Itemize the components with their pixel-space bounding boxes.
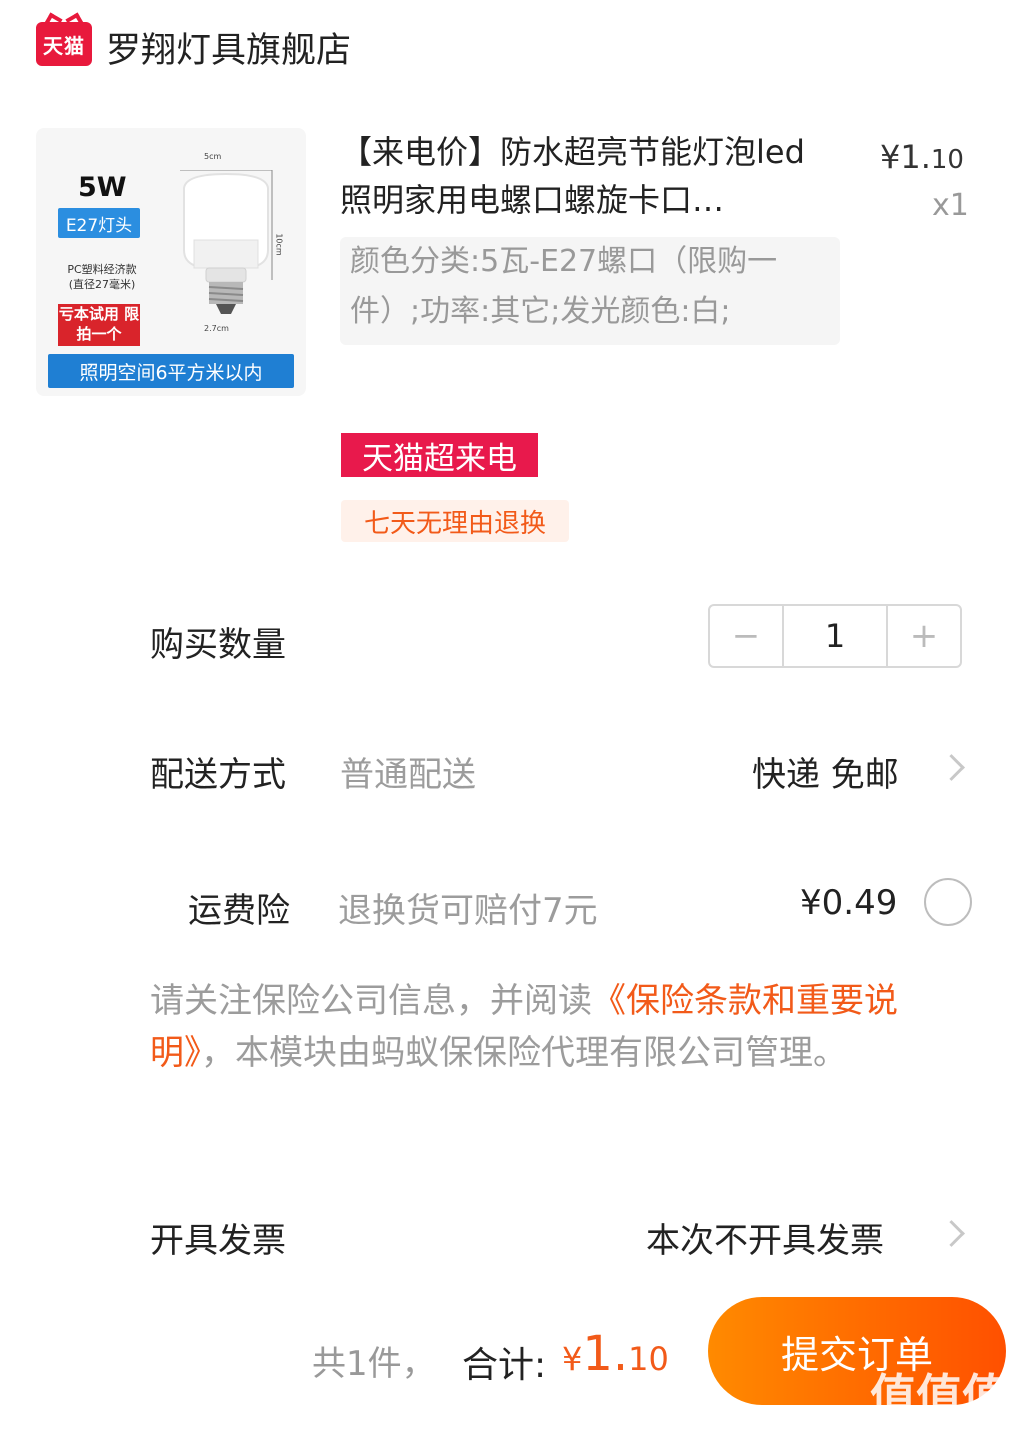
image-promo-badge: 亏本试用 限拍一个 [58, 304, 140, 346]
total-label: 合计: [462, 1345, 547, 1386]
quantity-value[interactable]: 1 [782, 606, 888, 666]
chevron-right-icon[interactable] [938, 1220, 965, 1247]
store-name[interactable]: 罗翔灯具旗舰店 [106, 22, 351, 73]
invoice-value[interactable]: 本次不开具发票 [646, 1213, 884, 1262]
product-sku[interactable]: 颜色分类:5瓦-E27螺口（限购一件）;功率:其它;发光颜色:白; [340, 237, 840, 345]
insurance-price: ¥0.49 [800, 883, 898, 923]
product-image[interactable]: 5W E27灯头 PC塑料经济款 (直径27毫米) 亏本试用 限拍一个 照明空间6… [36, 128, 306, 396]
insurance-radio[interactable] [924, 878, 972, 926]
increment-button[interactable]: + [888, 606, 960, 666]
total-price: ¥1.10 [562, 1326, 669, 1382]
product-title[interactable]: 【来电价】防水超亮节能灯泡led照明家用电螺口螺旋卡口… [340, 128, 820, 224]
image-dim-width: 5cm [204, 152, 222, 161]
product-price: ¥1.10 [880, 138, 964, 176]
image-coverage-banner: 照明空间6平方米以内 [48, 354, 294, 388]
tmall-logo-icon: 天猫 [36, 22, 92, 66]
image-watt-label: 5W [78, 172, 127, 203]
product-quantity: x1 [932, 188, 969, 223]
delivery-value[interactable]: 快递 免邮 [752, 747, 899, 796]
promo-tag: 天猫超来电 [341, 433, 538, 477]
quantity-stepper[interactable]: − 1 + [708, 604, 962, 668]
light-bulb-icon [180, 170, 273, 314]
quantity-label: 购买数量 [150, 625, 286, 665]
image-dim-base: 2.7cm [204, 324, 229, 333]
image-dim-height: 10cm [274, 233, 284, 256]
delivery-label: 配送方式 [150, 755, 286, 795]
chevron-right-icon[interactable] [938, 754, 965, 781]
invoice-label: 开具发票 [150, 1221, 286, 1261]
delivery-method: 普通配送 [340, 755, 476, 795]
image-socket-tag: E27灯头 [58, 208, 140, 238]
return-policy-tag: 七天无理由退换 [341, 500, 569, 542]
insurance-desc: 退换货可赔付7元 [338, 891, 598, 931]
decrement-button[interactable]: − [710, 606, 782, 666]
watermark-url: zhizhizhi.com [878, 1408, 987, 1427]
insurance-label: 运费险 [188, 891, 290, 931]
insurance-notice: 请关注保险公司信息，并阅读《保险条款和重要说明》，本模块由蚂蚁保保险代理有限公司… [150, 981, 898, 1073]
image-material-text: PC塑料经济款 (直径27毫米) [67, 263, 137, 291]
item-count: 共1件， [312, 1344, 436, 1384]
